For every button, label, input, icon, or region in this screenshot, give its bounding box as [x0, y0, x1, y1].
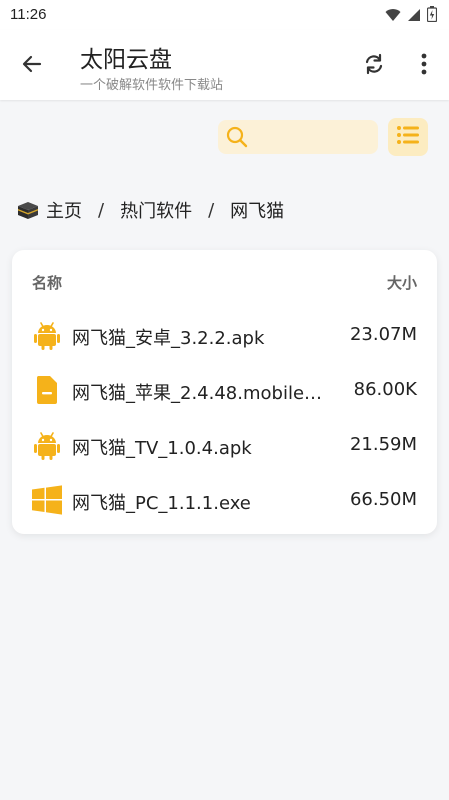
file-name: 网飞猫_安卓_3.2.2.apk: [72, 328, 265, 349]
list-view-button[interactable]: [388, 118, 428, 156]
status-bar: 11:26: [0, 0, 449, 30]
file-size: 66.50M: [349, 489, 417, 510]
battery-icon: [426, 6, 438, 26]
file-size: 23.07M: [349, 324, 417, 345]
file-name: 网飞猫_TV_1.0.4.apk: [72, 438, 252, 459]
search-input[interactable]: [254, 126, 374, 150]
refresh-button[interactable]: [360, 52, 388, 80]
column-header-size[interactable]: 大小: [387, 272, 417, 293]
file-size: 21.59M: [349, 434, 417, 455]
file-row[interactable]: 网飞猫_安卓_3.2.2.apk 23.07M: [12, 308, 437, 363]
page-title: 太阳云盘: [80, 47, 172, 73]
file-row[interactable]: 网飞猫_PC_1.1.1.exe 66.50M: [12, 473, 437, 528]
signal-icon: [407, 7, 421, 26]
more-options-button[interactable]: [412, 52, 436, 80]
file-name: 网飞猫_PC_1.1.1.exe: [72, 493, 251, 514]
breadcrumb-separator: /: [98, 199, 105, 221]
search-icon: [226, 126, 248, 152]
wifi-icon: [385, 7, 401, 26]
status-time: 11:26: [10, 6, 47, 23]
arrow-left-icon: [20, 52, 44, 80]
column-header-name[interactable]: 名称: [32, 272, 62, 293]
search-box[interactable]: [218, 120, 378, 154]
android-icon: [32, 430, 62, 460]
file-name: 网飞猫_苹果_2.4.48.mobileprovision: [72, 383, 327, 404]
file-row[interactable]: 网飞猫_苹果_2.4.48.mobileprovision 86.00K: [12, 363, 437, 418]
back-button[interactable]: [18, 52, 46, 80]
refresh-icon: [362, 52, 386, 80]
windows-icon: [32, 485, 62, 515]
breadcrumb-home[interactable]: 主页: [46, 197, 82, 223]
file-list-card: 名称 大小 网飞猫_安卓_3.2.2.apk 23.07M 网飞猫_苹果_2.4…: [12, 250, 437, 534]
page-subtitle: 一个破解软件软件下载站: [80, 78, 224, 93]
document-icon: [32, 375, 62, 405]
home-kaaba-icon: [16, 200, 40, 220]
breadcrumb-hot-software[interactable]: 热门软件: [120, 197, 192, 223]
file-row[interactable]: 网飞猫_TV_1.0.4.apk 21.59M: [12, 418, 437, 473]
breadcrumb-separator: /: [208, 199, 215, 221]
breadcrumb-current[interactable]: 网飞猫: [230, 197, 284, 223]
android-icon: [32, 320, 62, 350]
app-bar: 太阳云盘 一个破解软件软件下载站: [0, 30, 449, 100]
breadcrumb: 主页 / 热门软件 / 网飞猫: [16, 197, 284, 223]
list-icon: [396, 125, 420, 149]
status-icons: [385, 6, 438, 26]
file-size: 86.00K: [353, 379, 417, 400]
more-vert-icon: [421, 53, 427, 79]
